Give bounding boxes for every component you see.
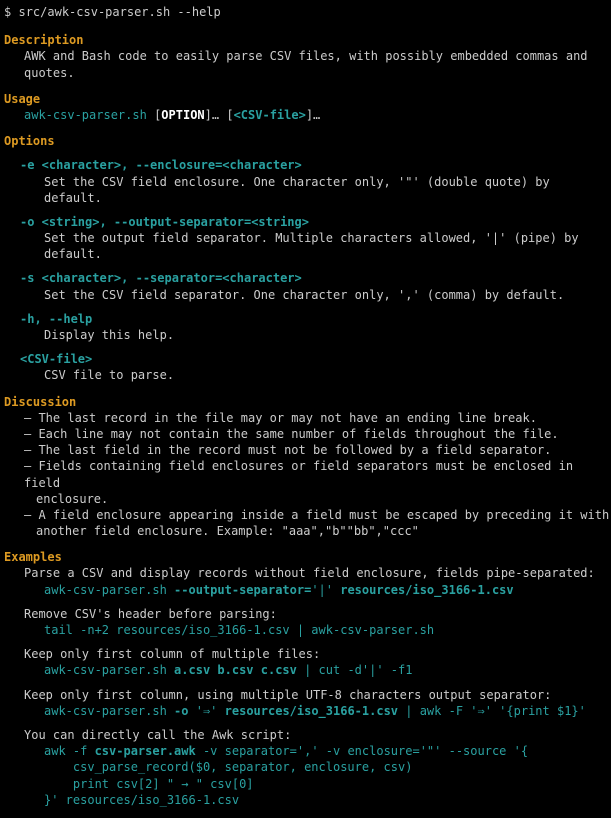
ex5-l4: }' resources/iso_3166-1.csv (0, 792, 611, 808)
option-h-desc: Display this help. (0, 327, 611, 343)
option-s-flags: -s <character>, --separator=<character> (20, 271, 302, 285)
discussion-b5b: another field enclosure. Example: "aaa",… (0, 523, 611, 539)
discussion-b4b: enclosure. (0, 491, 611, 507)
ex4-cmd: awk-csv-parser.sh -o '⇒' resources/iso_3… (0, 703, 611, 719)
discussion-b2: – Each line may not contain the same num… (0, 426, 611, 442)
usage-file-close: ]… (306, 108, 320, 122)
description-text: AWK and Bash code to easily parse CSV fi… (0, 48, 611, 80)
ex2-cmd: tail -n+2 resources/iso_3166-1.csv | awk… (0, 622, 611, 638)
ex1-cmd-d: resources/iso_3166-1.csv (340, 583, 513, 597)
shell-prompt: $ (4, 5, 11, 19)
usage-opt-word: OPTION (161, 108, 204, 122)
ex4-cmd-c: '⇒' (196, 704, 225, 718)
terminal-output: $ src/awk-csv-parser.sh --help Descripti… (0, 0, 611, 818)
ex1-cmd-b: --output-separator= (174, 583, 311, 597)
ex4-cmd-d: resources/iso_3166-1.csv (225, 704, 398, 718)
discussion-b4a: – Fields containing field enclosures or … (0, 458, 611, 490)
ex1-desc: Parse a CSV and display records without … (0, 565, 611, 581)
option-e: -e <character>, --enclosure=<character> (0, 157, 611, 173)
section-options-title: Options (0, 133, 611, 149)
ex4-cmd-e: | awk -F '⇒' '{print $1}' (398, 704, 586, 718)
ex4-desc: Keep only first column, using multiple U… (0, 687, 611, 703)
ex5-l3: print csv[2] " → " csv[0] (0, 776, 611, 792)
discussion-b3: – The last field in the record must not … (0, 442, 611, 458)
option-file-desc: CSV file to parse. (0, 367, 611, 383)
ex2-cmd-text: tail -n+2 resources/iso_3166-1.csv | awk… (44, 623, 434, 637)
option-o: -o <string>, --output-separator=<string> (0, 214, 611, 230)
option-e-flags: -e <character>, --enclosure=<character> (20, 158, 302, 172)
ex2-desc: Remove CSV's header before parsing: (0, 606, 611, 622)
discussion-b1: – The last record in the file may or may… (0, 410, 611, 426)
ex4-cmd-a: awk-csv-parser.sh (44, 704, 174, 718)
ex1-cmd: awk-csv-parser.sh --output-separator='|'… (0, 582, 611, 598)
ex5-l2-text: csv_parse_record($0, separator, enclosur… (44, 760, 412, 774)
ex5-l1: awk -f csv-parser.awk -v separator=',' -… (0, 743, 611, 759)
ex5-l1-b: csv-parser.awk (95, 744, 196, 758)
option-h: -h, --help (0, 311, 611, 327)
usage-file-open: [ (226, 108, 233, 122)
command-line: $ src/awk-csv-parser.sh --help (0, 4, 611, 20)
ex3-desc: Keep only first column of multiple files… (0, 646, 611, 662)
section-description-title: Description (0, 32, 611, 48)
option-s-desc: Set the CSV field separator. One charact… (0, 287, 611, 303)
ex3-cmd-b: a.csv b.csv c.csv (174, 663, 297, 677)
option-e-desc: Set the CSV field enclosure. One charact… (0, 174, 611, 206)
ex5-l1-a: awk -f (44, 744, 95, 758)
ex1-cmd-c: '|' (311, 583, 340, 597)
ex1-cmd-a: awk-csv-parser.sh (44, 583, 174, 597)
ex3-cmd: awk-csv-parser.sh a.csv b.csv c.csv | cu… (0, 662, 611, 678)
ex3-cmd-c: | cut -d'|' -f1 (297, 663, 413, 677)
option-file-flags: <CSV-file> (20, 352, 92, 366)
ex5-l1-c: -v separator=',' -v enclosure='"' --sour… (196, 744, 528, 758)
discussion-b5a: – A field enclosure appearing inside a f… (0, 507, 611, 523)
ex5-l4-text: }' resources/iso_3166-1.csv (44, 793, 239, 807)
option-file: <CSV-file> (0, 351, 611, 367)
ex5-desc: You can directly call the Awk script: (0, 727, 611, 743)
typed-command: src/awk-csv-parser.sh --help (18, 5, 220, 19)
usage-line: awk-csv-parser.sh [OPTION]… [<CSV-file>]… (0, 107, 611, 123)
usage-opt-close: ]… (205, 108, 219, 122)
ex4-cmd-b: -o (174, 704, 196, 718)
ex5-l3-text: print csv[2] " → " csv[0] (44, 777, 254, 791)
option-s: -s <character>, --separator=<character> (0, 270, 611, 286)
option-o-flags: -o <string>, --output-separator=<string> (20, 215, 309, 229)
section-usage-title: Usage (0, 91, 611, 107)
ex5-l2: csv_parse_record($0, separator, enclosur… (0, 759, 611, 775)
section-discussion-title: Discussion (0, 394, 611, 410)
section-examples-title: Examples (0, 549, 611, 565)
usage-cmd: awk-csv-parser.sh (24, 108, 147, 122)
usage-file-word: <CSV-file> (234, 108, 306, 122)
ex3-cmd-a: awk-csv-parser.sh (44, 663, 174, 677)
option-h-flags: -h, --help (20, 312, 92, 326)
option-o-desc: Set the output field separator. Multiple… (0, 230, 611, 262)
